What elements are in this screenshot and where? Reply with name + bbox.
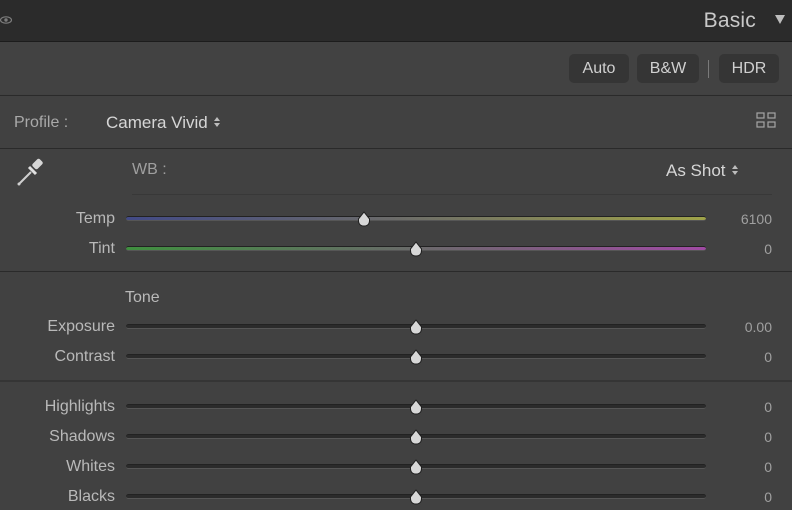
temp-slider-thumb[interactable] — [357, 211, 371, 227]
toolbar-separator — [708, 60, 709, 78]
blacks-slider-thumb[interactable] — [409, 489, 423, 505]
divider — [0, 380, 792, 382]
profile-value: Camera Vivid — [106, 113, 208, 132]
highlights-slider-thumb[interactable] — [409, 399, 423, 415]
auto-toolbar: Auto B&W HDR — [0, 42, 792, 94]
updown-icon — [731, 164, 739, 175]
tint-label: Tint — [88, 240, 115, 257]
contrast-value[interactable]: 0 — [764, 349, 772, 365]
auto-button[interactable]: Auto — [569, 54, 629, 83]
bw-button[interactable]: B&W — [637, 54, 699, 83]
exposure-slider-thumb[interactable] — [409, 319, 423, 335]
eye-icon[interactable] — [0, 14, 12, 26]
wb-label: WB : — [132, 161, 167, 178]
shadows-label: Shadows — [49, 428, 115, 445]
temp-label: Temp — [75, 210, 115, 227]
tone-section-title: Tone — [125, 289, 160, 306]
whites-value[interactable]: 0 — [764, 459, 772, 475]
highlights-label: Highlights — [44, 398, 115, 415]
profile-label: Profile : — [14, 114, 69, 131]
wb-value: As Shot — [666, 161, 726, 180]
temp-value[interactable]: 6100 — [741, 211, 772, 227]
divider — [0, 271, 792, 272]
profile-dropdown[interactable]: Camera Vivid — [106, 113, 221, 133]
eyedropper-icon[interactable] — [14, 155, 48, 189]
exposure-label: Exposure — [47, 318, 115, 335]
divider — [0, 95, 792, 96]
hdr-button[interactable]: HDR — [719, 54, 779, 83]
basic-panel: Basic Auto B&W HDR Profile : Camera Vivi… — [0, 0, 792, 510]
exposure-value[interactable]: 0.00 — [745, 319, 772, 335]
contrast-slider-thumb[interactable] — [409, 349, 423, 365]
tint-slider-thumb[interactable] — [409, 241, 423, 257]
shadows-value[interactable]: 0 — [764, 429, 772, 445]
wb-dropdown[interactable]: As Shot — [666, 161, 739, 181]
blacks-value[interactable]: 0 — [764, 489, 772, 505]
divider — [0, 148, 792, 149]
highlights-value[interactable]: 0 — [764, 399, 772, 415]
wb-separator — [132, 194, 772, 195]
panel-header[interactable]: Basic — [0, 0, 792, 42]
temp-slider-track[interactable] — [126, 216, 706, 221]
shadows-slider-thumb[interactable] — [409, 429, 423, 445]
whites-label: Whites — [66, 458, 115, 475]
blacks-label: Blacks — [67, 488, 115, 505]
contrast-label: Contrast — [54, 348, 115, 365]
tint-value[interactable]: 0 — [764, 241, 772, 257]
updown-icon — [213, 116, 221, 127]
grid-icon[interactable] — [756, 112, 776, 128]
whites-slider-thumb[interactable] — [409, 459, 423, 475]
triangle-down-icon[interactable] — [775, 15, 785, 24]
panel-title: Basic — [703, 9, 756, 32]
